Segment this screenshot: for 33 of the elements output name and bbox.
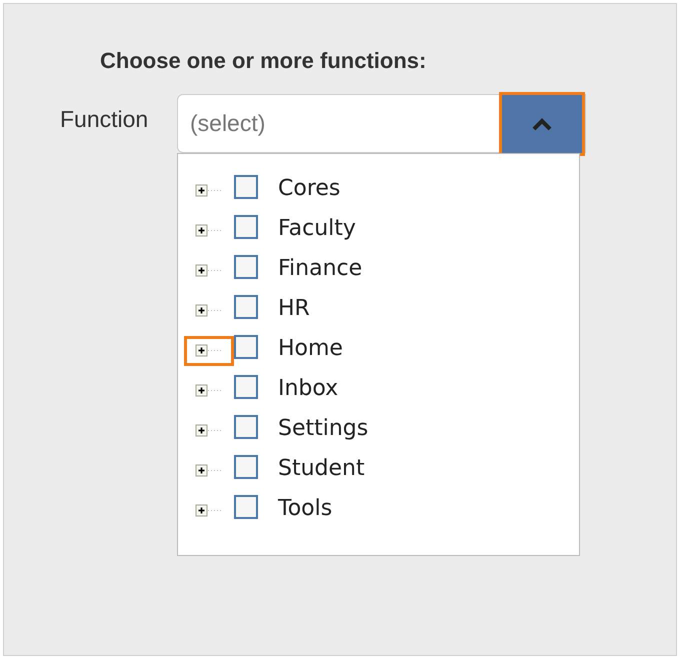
dropdown-toggle-button[interactable]: [499, 92, 585, 156]
checkbox[interactable]: [234, 495, 258, 519]
expand-icon[interactable]: [195, 184, 223, 198]
checkbox[interactable]: [234, 175, 258, 199]
tree-item[interactable]: Student: [278, 455, 365, 483]
select-field[interactable]: (select): [177, 94, 586, 153]
tree-item[interactable]: Inbox: [278, 375, 338, 403]
chevron-up-icon: [531, 116, 553, 130]
heading: Choose one or more functions:: [100, 48, 426, 73]
checkbox[interactable]: [234, 375, 258, 399]
placeholder-text: (select): [189, 109, 266, 138]
expand-icon[interactable]: [195, 384, 223, 398]
expand-icon[interactable]: [195, 224, 223, 238]
tree-item[interactable]: HR: [278, 295, 310, 323]
checkbox[interactable]: [234, 415, 258, 439]
tree-item[interactable]: Settings: [278, 415, 368, 443]
tree-item[interactable]: Tools: [278, 495, 332, 523]
expand-icon[interactable]: [195, 264, 223, 278]
expand-icon[interactable]: [195, 424, 223, 438]
tree-item[interactable]: Home: [278, 335, 343, 363]
checkbox[interactable]: [234, 215, 258, 239]
expand-icon[interactable]: [195, 464, 223, 478]
tree-item[interactable]: Cores: [278, 175, 340, 203]
expand-icon[interactable]: [195, 344, 223, 358]
tree-item[interactable]: Finance: [278, 255, 362, 283]
tree-item[interactable]: Faculty: [278, 215, 356, 243]
checkbox[interactable]: [234, 335, 258, 359]
field-label: Function: [60, 106, 148, 132]
checkbox[interactable]: [234, 455, 258, 479]
expand-icon[interactable]: [195, 304, 223, 318]
checkbox[interactable]: [234, 255, 258, 279]
checkbox[interactable]: [234, 295, 258, 319]
expand-icon[interactable]: [195, 504, 223, 518]
